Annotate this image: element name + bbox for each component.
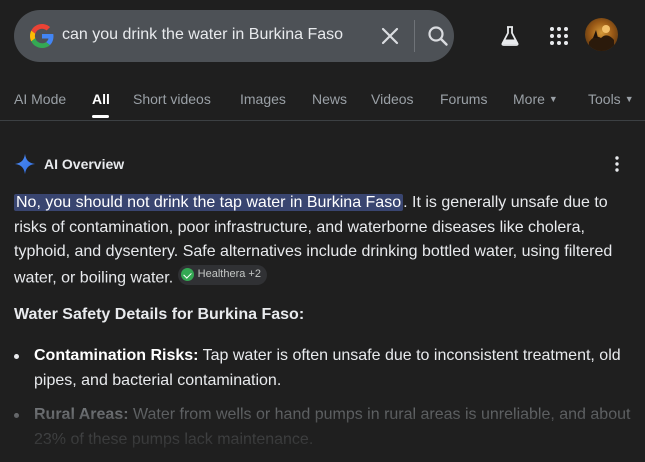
sparkle-icon xyxy=(14,153,36,175)
ai-overview-title: AI Overview xyxy=(44,156,125,172)
tab-all[interactable]: All xyxy=(92,91,110,107)
list-item: Rural Areas: Water from wells or hand pu… xyxy=(14,403,634,452)
tab-images[interactable]: Images xyxy=(240,91,286,107)
bullet-term: Rural Areas: xyxy=(34,406,129,423)
bullet-icon xyxy=(14,354,19,359)
source-chip[interactable]: Healthera +2 xyxy=(177,264,267,285)
active-tab-indicator xyxy=(92,115,109,118)
tab-tools-label: Tools xyxy=(588,91,621,107)
section-heading: Water Safety Details for Burkina Faso: xyxy=(14,306,305,323)
highlighted-answer: No, you should not drink the tap water i… xyxy=(14,194,404,211)
avatar-image xyxy=(589,25,614,51)
chevron-down-icon: ▼ xyxy=(548,94,558,104)
search-divider xyxy=(414,20,415,52)
tab-forums[interactable]: Forums xyxy=(440,91,487,107)
ai-overview-summary: No, you should not drink the tap water i… xyxy=(14,191,632,291)
healthera-logo-icon xyxy=(180,268,194,281)
search-bar[interactable]: can you drink the water in Burkina Faso xyxy=(14,10,454,62)
apps-grid-icon[interactable] xyxy=(547,24,571,48)
tab-more[interactable]: More ▼ xyxy=(513,91,558,107)
tab-videos[interactable]: Videos xyxy=(371,91,414,107)
list-item: Contamination Risks: Tap water is often … xyxy=(14,344,634,393)
search-input[interactable]: can you drink the water in Burkina Faso xyxy=(62,26,343,44)
source-chip-label: Healthera +2 xyxy=(197,268,261,281)
tab-short-videos[interactable]: Short videos xyxy=(133,91,211,107)
avatar[interactable] xyxy=(585,18,618,51)
tab-ai-mode[interactable]: AI Mode xyxy=(14,91,66,107)
search-tabs: AI Mode All Short videos Images News Vid… xyxy=(0,82,645,118)
chevron-down-icon: ▼ xyxy=(624,94,634,104)
more-options-icon[interactable] xyxy=(608,154,626,174)
bullet-term: Contamination Risks: xyxy=(34,347,199,364)
flask-icon[interactable] xyxy=(498,24,522,48)
ai-overview-header: AI Overview xyxy=(14,152,124,176)
tab-tools[interactable]: Tools ▼ xyxy=(588,91,634,107)
close-icon[interactable] xyxy=(378,24,402,48)
search-icon[interactable] xyxy=(426,24,450,48)
tab-news[interactable]: News xyxy=(312,91,347,107)
tabs-divider xyxy=(0,120,645,121)
tab-more-label: More xyxy=(513,91,545,107)
bullet-icon xyxy=(14,413,19,418)
google-g-logo xyxy=(30,24,54,48)
